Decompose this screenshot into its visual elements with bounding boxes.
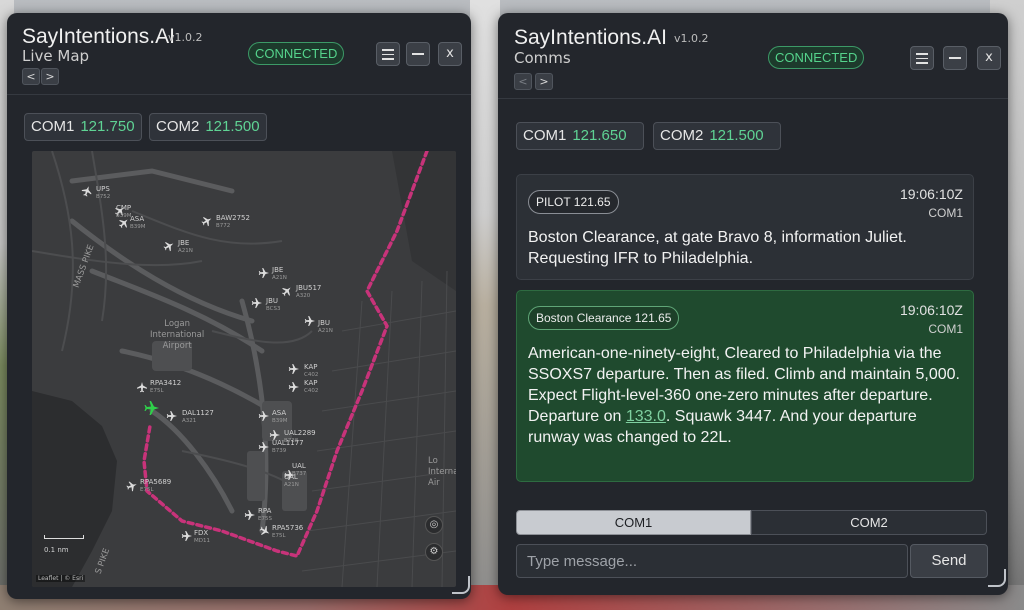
scale-label: 0.1 nm (44, 546, 69, 554)
menu-button[interactable] (910, 46, 934, 70)
aircraft-label[interactable]: JBE A21N (178, 239, 193, 255)
airport-label-edge: Lo Interna Air (428, 456, 456, 488)
close-button[interactable]: x (977, 46, 1001, 70)
hamburger-icon (382, 49, 394, 60)
aircraft-label[interactable]: ASA B39M (130, 215, 146, 231)
minimize-icon (412, 53, 424, 55)
hamburger-icon (916, 53, 928, 64)
com1-freq: 121.650 (572, 127, 627, 144)
com1-freq: 121.750 (80, 118, 135, 135)
com2-frequency[interactable]: COM2 121.500 (653, 122, 781, 150)
com2-label: COM2 (156, 118, 200, 135)
aircraft-label[interactable]: KAP C402 (304, 363, 318, 379)
aircraft-label[interactable]: RPA E75S (258, 507, 272, 523)
minimize-icon (949, 57, 961, 59)
minimize-button[interactable] (406, 42, 430, 66)
com1-label: COM1 (31, 118, 75, 135)
aircraft-label[interactable]: UPS B752 (96, 185, 110, 201)
aircraft-label[interactable]: FDX MD11 (194, 529, 210, 545)
app-title: SayIntentions.AI (22, 25, 175, 48)
app-version: v1.0.2 (674, 32, 709, 45)
status-badge: CONNECTED (248, 42, 345, 65)
aircraft-label[interactable]: DAL1127 A321 (182, 409, 214, 425)
gear-icon: ⚙ (429, 546, 439, 557)
window-subtitle: Live Map (22, 47, 90, 65)
message-time: 19:06:10Z (899, 302, 963, 318)
live-map-window: SayIntentions.AI v1.0.2 Live Map < > CON… (7, 13, 471, 599)
aircraft-label[interactable]: KAP C402 (304, 379, 318, 395)
comms-window: SayIntentions.AI v1.0.2 Comms < > CONNEC… (498, 13, 1008, 595)
com2-freq: 121.500 (205, 118, 260, 135)
message-time: 19:06:10Z (899, 186, 963, 202)
aircraft-label[interactable]: JBU BCS3 (266, 297, 281, 313)
atc-message: Boston Clearance 121.65 19:06:10Z COM1 A… (516, 290, 974, 482)
com1-frequency[interactable]: COM1 121.650 (516, 122, 644, 150)
menu-button[interactable] (376, 42, 400, 66)
aircraft-label[interactable]: BAW2752 B772 (216, 214, 250, 230)
map-attribution[interactable]: Leaflet | © Esri (36, 575, 86, 582)
app-title: SayIntentions.AI (514, 26, 667, 49)
send-button[interactable]: Send (910, 544, 988, 578)
title-bar[interactable]: SayIntentions.AI v1.0.2 Comms < > CONNEC… (498, 13, 1008, 99)
forward-button[interactable]: > (535, 73, 553, 90)
status-badge: CONNECTED (768, 46, 865, 69)
message-input[interactable] (516, 544, 908, 578)
aircraft-label[interactable]: JBU517 A320 (296, 284, 321, 300)
pilot-message: PILOT 121.65 19:06:10Z COM1 Boston Clear… (516, 174, 974, 280)
aircraft-label[interactable]: RPA5736 E75L (272, 524, 303, 540)
message-tag: Boston Clearance 121.65 (528, 306, 680, 330)
frequency-link[interactable]: 133.0 (626, 408, 666, 425)
aircraft-label[interactable]: RPA3412 E75L (150, 379, 181, 395)
back-button[interactable]: < (22, 68, 40, 85)
window-subtitle: Comms (514, 49, 571, 67)
aircraft-label[interactable]: UAL A21N (284, 473, 299, 489)
resize-handle[interactable] (452, 576, 470, 594)
com2-label: COM2 (660, 127, 704, 144)
close-button[interactable]: x (438, 42, 462, 66)
aircraft-label[interactable]: JBE A21N (272, 266, 287, 282)
aircraft-label[interactable]: UAL1177 B739 (272, 439, 304, 455)
com2-frequency[interactable]: COM2 121.500 (149, 113, 267, 141)
message-tag: PILOT 121.65 (528, 190, 619, 214)
title-bar[interactable]: SayIntentions.AI v1.0.2 Live Map < > CON… (7, 13, 471, 95)
message-channel: COM1 (928, 206, 963, 220)
tab-com1[interactable]: COM1 (516, 510, 751, 535)
airport-label: Logan International Airport (150, 319, 205, 351)
forward-button[interactable]: > (41, 68, 59, 85)
message-channel: COM1 (928, 322, 963, 336)
com1-label: COM1 (523, 127, 567, 144)
resize-handle[interactable] (988, 569, 1006, 587)
map-settings-button[interactable]: ⚙ (425, 543, 443, 561)
aircraft-label[interactable]: JBU A21N (318, 319, 333, 335)
tab-com2[interactable]: COM2 (751, 510, 987, 535)
com1-frequency[interactable]: COM1 121.750 (24, 113, 142, 141)
background-middle (470, 0, 500, 610)
scale-bar (44, 535, 84, 539)
minimize-button[interactable] (943, 46, 967, 70)
com2-freq: 121.500 (709, 127, 764, 144)
crosshair-icon: ◎ (429, 519, 439, 530)
message-text: American-one-ninety-eight, Cleared to Ph… (528, 345, 960, 446)
back-button[interactable]: < (514, 73, 532, 90)
live-map[interactable]: Logan International Airport Lo Interna Air M… (32, 151, 456, 587)
traffic-aircraft-icons (81, 186, 315, 541)
aircraft-label[interactable]: RPA5689 E75L (140, 478, 171, 494)
aircraft-label[interactable]: ASA B39M (272, 409, 288, 425)
app-version: v1.0.2 (168, 31, 203, 44)
locate-button[interactable]: ◎ (425, 516, 443, 534)
message-text: Boston Clearance, at gate Bravo 8, infor… (528, 229, 907, 267)
